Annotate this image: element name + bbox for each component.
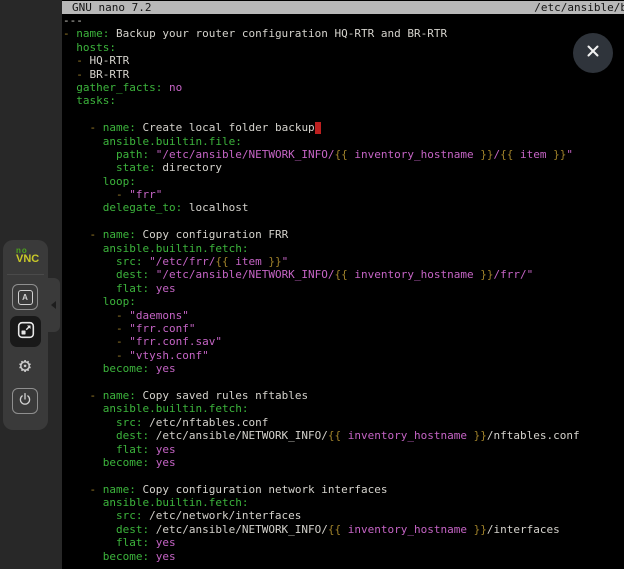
keyboard-a-icon: A — [18, 290, 33, 305]
control-bar-handle[interactable] — [48, 278, 60, 332]
nano-app-title: GNU nano 7.2 — [72, 1, 151, 14]
nano-titlebar: GNU nano 7.2 /etc/ansible/b — [62, 1, 624, 14]
fullscreen-button[interactable] — [10, 316, 41, 347]
settings-button[interactable]: ⚙ — [12, 352, 38, 378]
power-button[interactable] — [12, 388, 38, 414]
extra-keys-button[interactable]: A — [12, 284, 38, 310]
nano-file-path: /etc/ansible/b — [534, 1, 624, 14]
chevron-left-icon — [51, 301, 56, 309]
panel-divider — [7, 274, 44, 275]
vnc-control-bar: no VNC A ⚙ — [3, 240, 48, 430]
terminal-window[interactable]: GNU nano 7.2 /etc/ansible/b ---- name: B… — [62, 0, 624, 569]
editor-text[interactable]: ---- name: Backup your router configurat… — [63, 14, 580, 563]
close-icon — [584, 42, 602, 64]
gear-icon: ⚙ — [19, 355, 31, 375]
power-icon — [17, 391, 33, 411]
vnc-control-strip: no VNC A ⚙ — [0, 0, 62, 569]
fullscreen-icon — [17, 321, 35, 343]
novnc-logo-vnc: VNC — [16, 254, 39, 265]
novnc-logo: no VNC — [16, 247, 39, 265]
close-button[interactable] — [573, 33, 613, 73]
